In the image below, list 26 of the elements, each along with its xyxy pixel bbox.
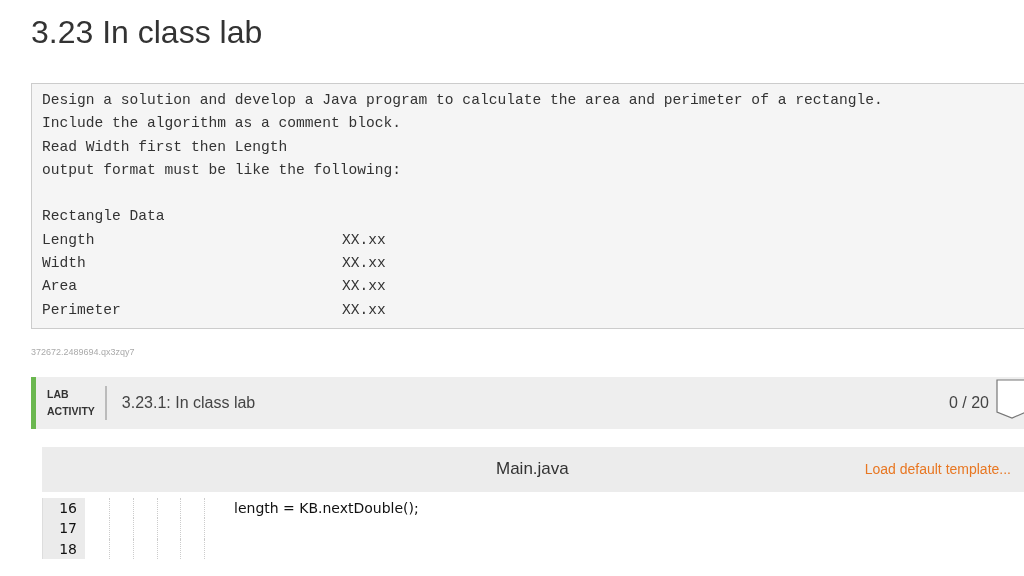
output-value: XX.xx (342, 277, 386, 297)
page-title: 3.23 In class lab (30, 13, 264, 52)
prompt-line: output format must be like the following: (42, 160, 403, 180)
score-badge-icon (996, 378, 1024, 419)
code-line: length = KB.nextDouble(); (233, 498, 419, 518)
output-value: XX.xx (342, 230, 386, 250)
prompt-line: Read Width first then Length (42, 137, 289, 157)
prompt-line: Rectangle Data (42, 207, 166, 227)
activity-type: LAB (47, 386, 70, 402)
output-label: Length (42, 230, 96, 250)
line-number: 16 (43, 497, 85, 519)
output-value: XX.xx (342, 254, 386, 274)
resource-id: 372672.2489694.qx3zqy7 (31, 346, 136, 359)
output-label: Width (42, 254, 87, 274)
prompt-line: Design a solution and develop a Java program to calculate the area and perimeter of a rectangle. (42, 91, 884, 110)
activity-title: 3.23.1: In class lab (121, 393, 256, 412)
file-name: Main.java (496, 459, 569, 480)
output-label: Area (42, 277, 79, 297)
line-number: 18 (43, 538, 85, 560)
line-number: 17 (43, 518, 85, 539)
prompt-line: Include the algorithm as a comment block. (42, 114, 403, 134)
load-template-link[interactable]: Load default template... (864, 461, 1011, 478)
activity-type: ACTIVITY (47, 403, 95, 419)
score-text: 0 / 20 (948, 393, 989, 412)
output-label: Perimeter (42, 300, 122, 320)
output-value: XX.xx (342, 300, 386, 320)
